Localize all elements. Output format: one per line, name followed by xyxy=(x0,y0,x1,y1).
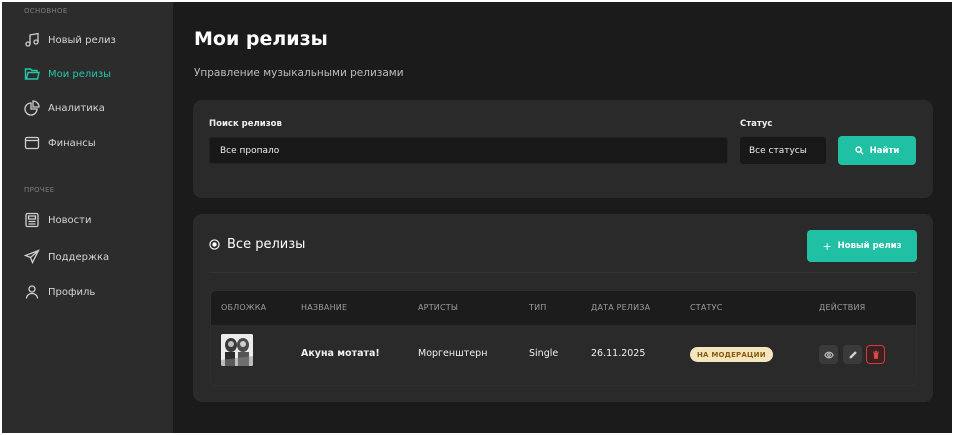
column-header-title: НАЗВАНИЕ xyxy=(301,303,348,312)
newspaper-icon xyxy=(24,212,40,228)
trash-icon xyxy=(872,350,879,359)
find-button[interactable]: Найти xyxy=(838,136,916,165)
search-icon xyxy=(855,146,864,155)
sidebar-item-news[interactable]: Новости xyxy=(24,210,91,230)
status-label: Статус xyxy=(740,119,773,129)
column-header-type: ТИП xyxy=(529,303,547,312)
send-icon xyxy=(24,249,40,265)
radio-icon xyxy=(209,239,220,250)
status-badge: НА МОДЕРАЦИИ xyxy=(690,347,773,362)
sidebar-item-finance[interactable]: Финансы xyxy=(24,133,96,153)
column-header-artists: АРТИСТЫ xyxy=(418,303,459,312)
search-panel: Поиск релизов Статус Все статусы Найти xyxy=(193,100,933,198)
column-header-status: СТАТУС xyxy=(690,303,723,312)
delete-button[interactable] xyxy=(866,345,885,364)
find-button-label: Найти xyxy=(869,145,900,156)
sidebar-section-main: ОСНОВНОЕ xyxy=(24,7,68,15)
edit-button[interactable] xyxy=(843,345,862,364)
column-header-actions: ДЕЙСТВИЯ xyxy=(819,303,866,312)
new-release-button[interactable]: + Новый релиз xyxy=(807,230,917,262)
plus-icon: + xyxy=(822,239,832,253)
sidebar-item-label: Финансы xyxy=(48,137,96,149)
new-release-button-label: Новый релиз xyxy=(837,241,902,251)
sidebar-item-analytics[interactable]: Аналитика xyxy=(24,98,105,118)
releases-heading: Все релизы xyxy=(209,237,305,252)
view-button[interactable] xyxy=(819,345,838,364)
wallet-icon xyxy=(24,135,40,151)
releases-table: ОБЛОЖКА НАЗВАНИЕ АРТИСТЫ ТИП ДАТА РЕЛИЗА… xyxy=(210,290,917,386)
page-title: Мои релизы xyxy=(194,28,328,50)
release-artists: Моргенштерн xyxy=(418,348,488,359)
search-input[interactable] xyxy=(209,137,728,164)
sidebar-item-label: Мои релизы xyxy=(48,68,112,80)
sidebar-item-support[interactable]: Поддержка xyxy=(24,247,109,267)
sidebar-item-my-releases[interactable]: Мои релизы xyxy=(24,64,111,84)
table-row[interactable]: Акуна мотата! Моргенштерн Single 26.11.2… xyxy=(211,325,916,385)
page-subtitle: Управление музыкальными релизами xyxy=(194,67,404,79)
release-type: Single xyxy=(529,348,559,359)
sidebar-section-other: ПРОЧЕЕ xyxy=(24,186,55,194)
release-cover-image[interactable] xyxy=(221,334,253,366)
release-title: Акуна мотата! xyxy=(301,348,380,359)
sidebar-item-new-release[interactable]: Новый релиз xyxy=(24,30,116,50)
sidebar: ОСНОВНОЕ Новый релиз Мои релизы Аналитик… xyxy=(2,2,173,433)
search-label: Поиск релизов xyxy=(209,119,282,129)
column-header-date: ДАТА РЕЛИЗА xyxy=(591,303,651,312)
release-date: 26.11.2025 xyxy=(591,348,646,359)
releases-panel: Все релизы + Новый релиз ОБЛОЖКА НАЗВАНИ… xyxy=(193,214,933,402)
pencil-icon xyxy=(849,350,857,358)
folder-icon xyxy=(24,66,40,82)
music-note-icon xyxy=(24,32,40,48)
column-header-cover: ОБЛОЖКА xyxy=(221,303,267,312)
table-header: ОБЛОЖКА НАЗВАНИЕ АРТИСТЫ ТИП ДАТА РЕЛИЗА… xyxy=(211,291,916,325)
sidebar-item-label: Поддержка xyxy=(48,251,110,263)
sidebar-item-label: Новости xyxy=(48,214,92,226)
main-content: Мои релизы Управление музыкальными релиз… xyxy=(173,2,952,433)
pie-chart-icon xyxy=(24,100,40,116)
sidebar-item-label: Новый релиз xyxy=(48,34,116,46)
user-icon xyxy=(24,284,40,300)
sidebar-item-label: Аналитика xyxy=(48,102,105,114)
sidebar-item-profile[interactable]: Профиль xyxy=(24,282,95,302)
status-select-value: Все статусы xyxy=(749,145,807,156)
releases-title: Все релизы xyxy=(227,237,306,252)
sidebar-item-label: Профиль xyxy=(48,286,96,298)
app-window: ОСНОВНОЕ Новый релиз Мои релизы Аналитик… xyxy=(2,2,952,433)
status-select[interactable]: Все статусы xyxy=(740,137,826,164)
divider xyxy=(209,272,917,273)
eye-icon xyxy=(823,351,834,358)
